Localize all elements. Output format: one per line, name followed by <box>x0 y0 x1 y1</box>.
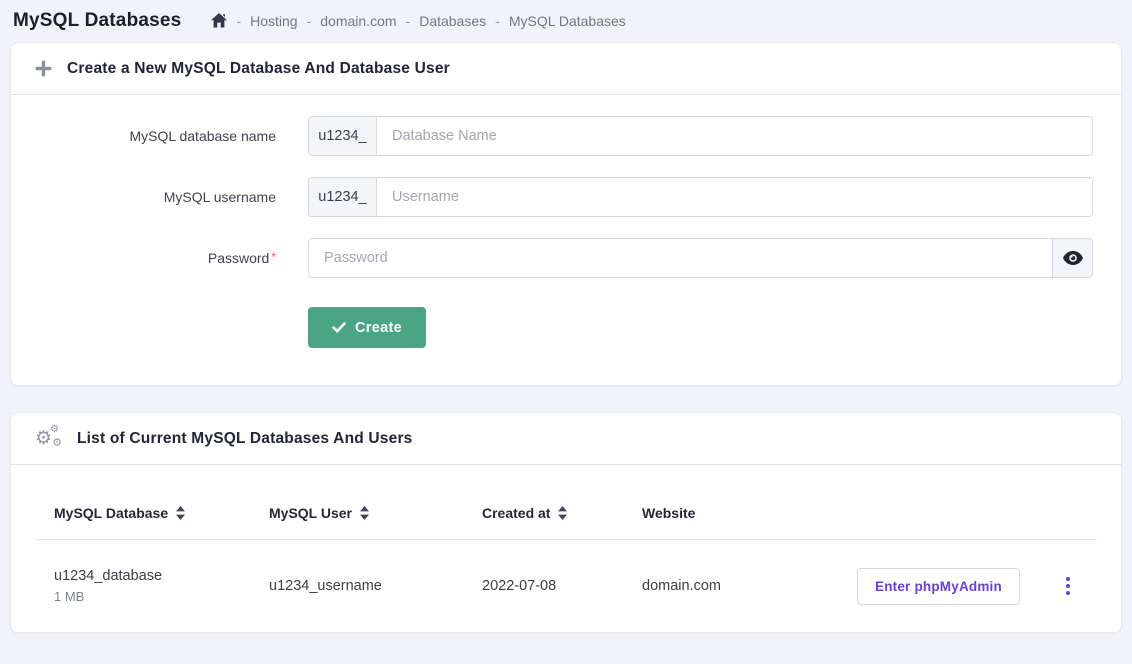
gears-icon: ⚙⚙⚙ <box>35 428 62 450</box>
header-website: Website <box>642 505 857 521</box>
sort-icon <box>176 506 185 520</box>
database-name-prefix: u1234_ <box>309 117 377 155</box>
username-row: MySQL username u1234_ <box>35 177 1097 217</box>
username-prefix: u1234_ <box>309 178 377 216</box>
password-input-group <box>308 238 1093 278</box>
sort-icon <box>558 506 567 520</box>
page-title: MySQL Databases <box>13 10 181 32</box>
table-header-row: MySQL Database MySQL User Created at Web… <box>35 465 1097 540</box>
breadcrumb: - Hosting - domain.com - Databases - MyS… <box>211 13 625 29</box>
breadcrumb-separator: - <box>406 13 411 29</box>
plus-icon <box>35 60 52 77</box>
database-name-input-group: u1234_ <box>308 116 1093 156</box>
cell-website: domain.com <box>642 578 857 594</box>
list-card-header: ⚙⚙⚙ List of Current MySQL Databases And … <box>11 413 1121 465</box>
enter-phpmyadmin-button[interactable]: Enter phpMyAdmin <box>857 568 1020 605</box>
header-mysql-database[interactable]: MySQL Database <box>54 505 269 521</box>
database-name-row: MySQL database name u1234_ <box>35 116 1097 156</box>
database-size: 1 MB <box>54 589 269 604</box>
cell-user: u1234_username <box>269 578 482 594</box>
database-name: u1234_database <box>54 568 269 584</box>
password-label: Password* <box>35 250 308 266</box>
show-password-toggle[interactable] <box>1052 239 1092 277</box>
list-card-title: List of Current MySQL Databases And User… <box>77 430 413 448</box>
create-card-body: MySQL database name u1234_ MySQL usernam… <box>11 95 1121 385</box>
create-card-header: Create a New MySQL Database And Database… <box>11 43 1121 95</box>
home-icon[interactable] <box>211 13 227 28</box>
username-input-group: u1234_ <box>308 177 1093 217</box>
cell-database: u1234_database 1 MB <box>54 568 269 604</box>
eye-icon <box>1063 251 1083 265</box>
password-input[interactable] <box>309 239 1052 277</box>
kebab-menu-icon[interactable] <box>1058 571 1078 601</box>
breadcrumb-separator: - <box>236 13 241 29</box>
breadcrumb-domain[interactable]: domain.com <box>320 13 396 29</box>
header-mysql-user[interactable]: MySQL User <box>269 505 482 521</box>
check-icon <box>332 322 346 333</box>
table-row: u1234_database 1 MB u1234_username 2022-… <box>35 540 1097 632</box>
create-database-card: Create a New MySQL Database And Database… <box>10 42 1122 386</box>
username-label: MySQL username <box>35 189 308 205</box>
breadcrumb-separator: - <box>307 13 312 29</box>
username-input[interactable] <box>377 178 1092 216</box>
database-list-card: ⚙⚙⚙ List of Current MySQL Databases And … <box>10 412 1122 633</box>
page-header: MySQL Databases - Hosting - domain.com -… <box>0 0 1132 42</box>
cell-created-at: 2022-07-08 <box>482 578 642 594</box>
breadcrumb-current: MySQL Databases <box>509 13 626 29</box>
sort-icon <box>360 506 369 520</box>
create-button[interactable]: Create <box>308 307 426 348</box>
create-card-title: Create a New MySQL Database And Database… <box>67 60 450 78</box>
breadcrumb-hosting[interactable]: Hosting <box>250 13 297 29</box>
breadcrumb-separator: - <box>495 13 500 29</box>
database-name-label: MySQL database name <box>35 128 308 144</box>
required-asterisk: * <box>271 250 276 264</box>
password-row: Password* <box>35 238 1097 278</box>
database-name-input[interactable] <box>377 117 1092 155</box>
breadcrumb-databases[interactable]: Databases <box>419 13 486 29</box>
header-created-at[interactable]: Created at <box>482 505 642 521</box>
databases-table: MySQL Database MySQL User Created at Web… <box>35 465 1097 632</box>
